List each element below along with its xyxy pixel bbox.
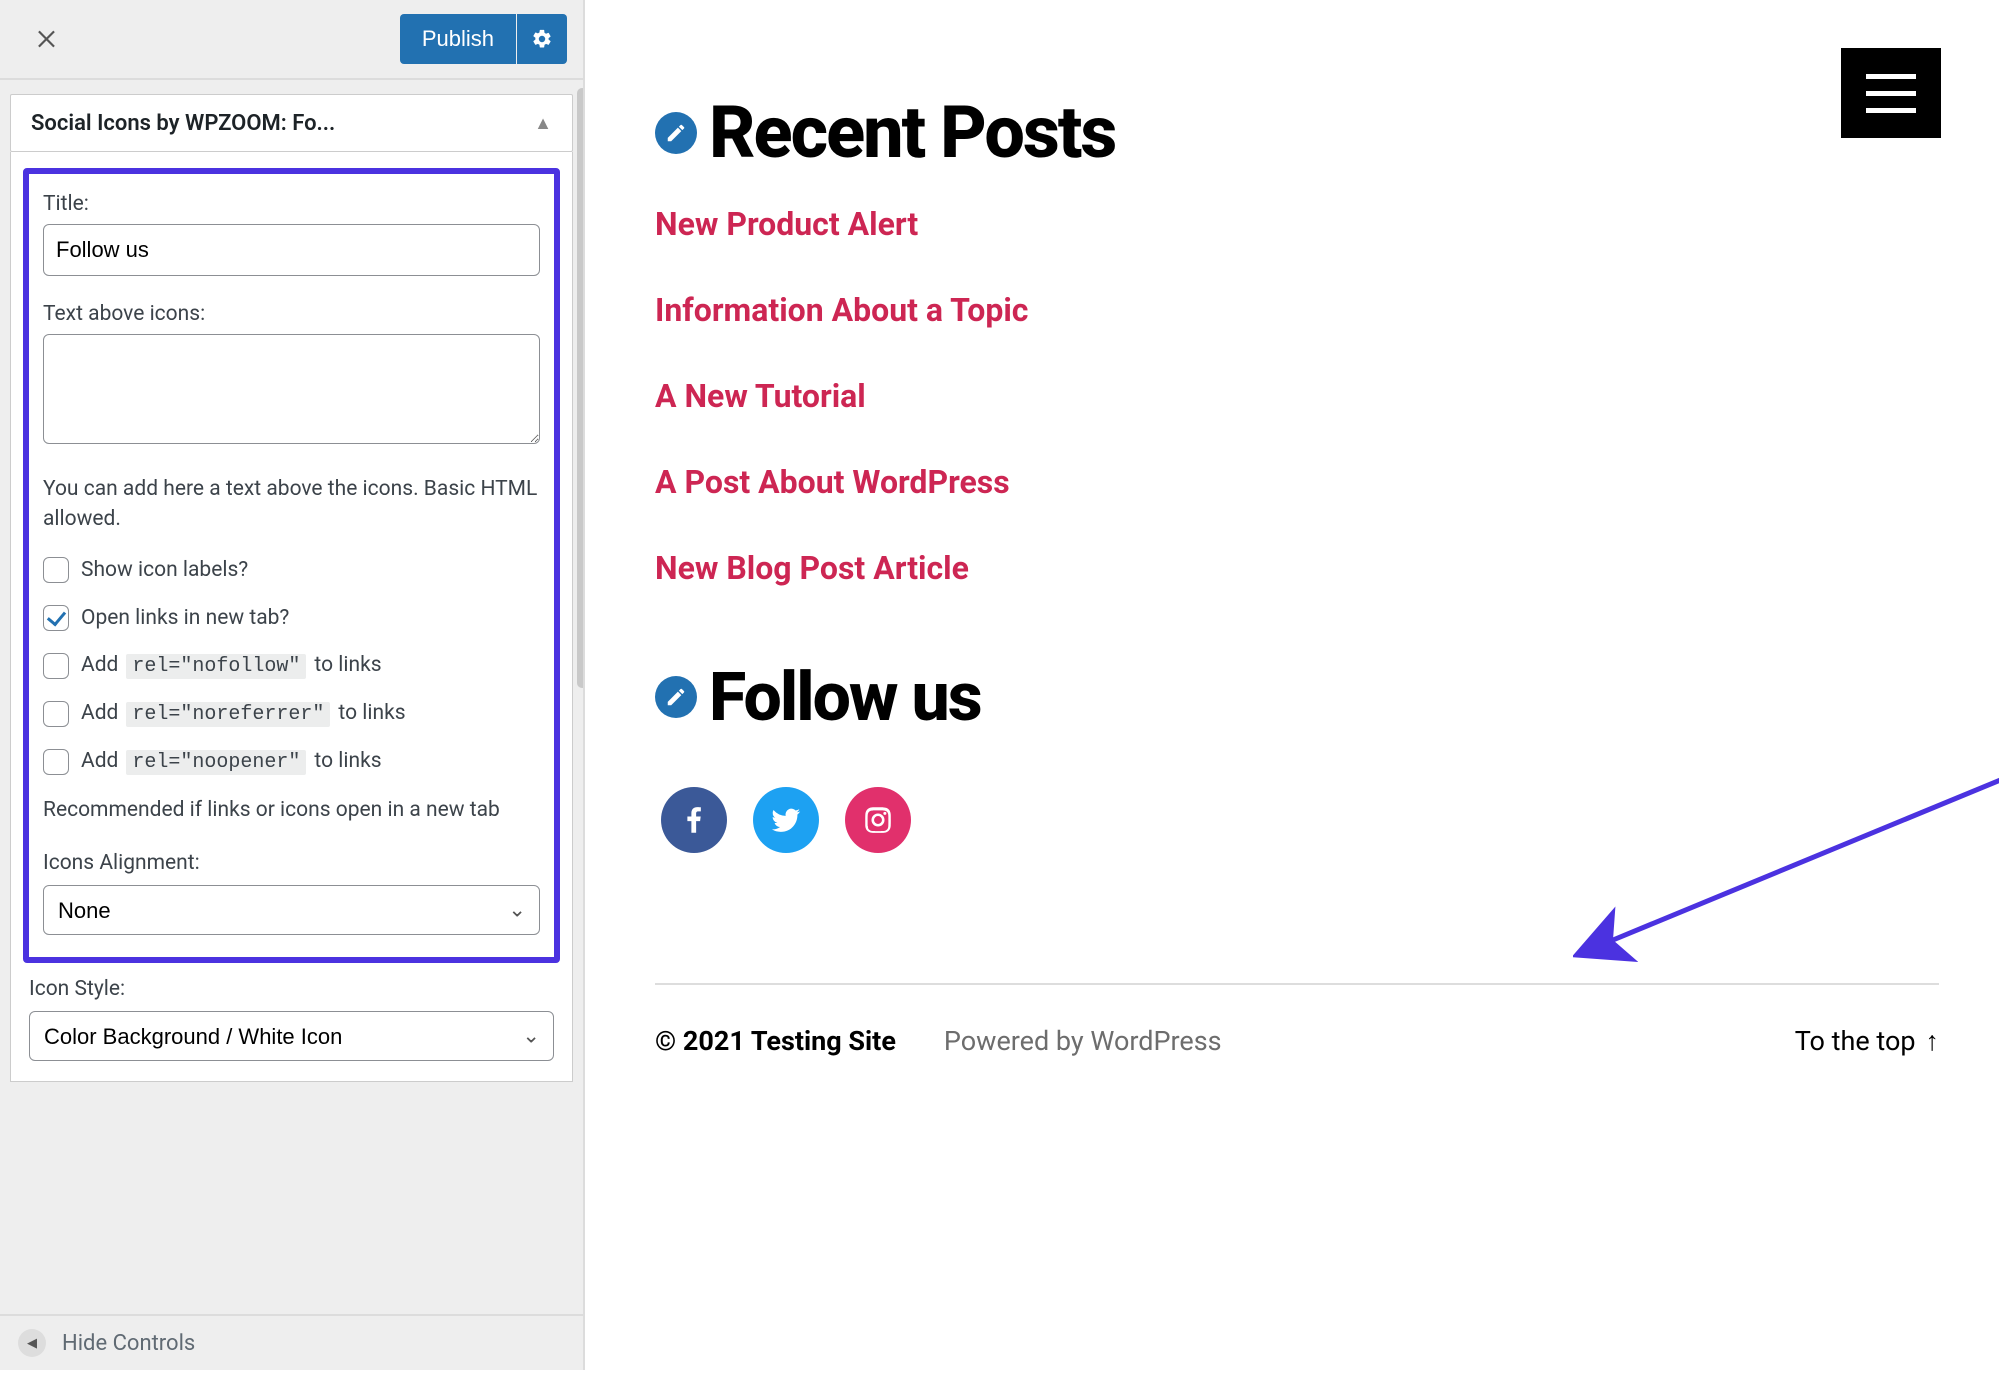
noopener-code: rel="noopener" [126, 750, 306, 775]
title-input[interactable] [43, 224, 540, 276]
twitter-icon [769, 803, 803, 837]
recent-posts-list: New Product Alert Information About a To… [655, 205, 1939, 587]
pencil-icon [665, 686, 687, 708]
recent-posts-heading: Recent Posts [709, 90, 1115, 175]
gear-icon [531, 28, 553, 50]
open-links-new-tab-checkbox[interactable] [43, 605, 69, 631]
follow-us-heading: Follow us [709, 657, 981, 737]
edit-recent-posts-shortcut[interactable] [655, 112, 697, 154]
show-icon-labels-label: Show icon labels? [81, 558, 248, 582]
twitter-icon-link[interactable] [753, 787, 819, 853]
add-nofollow-checkbox[interactable] [43, 653, 69, 679]
footer-copyright: © 2021 Testing Site [655, 1025, 896, 1057]
facebook-icon-link[interactable] [661, 787, 727, 853]
show-icon-labels-checkbox[interactable] [43, 557, 69, 583]
list-item: Information About a Topic [655, 291, 1939, 329]
noreferrer-code: rel="noreferrer" [126, 702, 330, 727]
icons-alignment-select[interactable]: None [43, 885, 540, 935]
add-noreferrer-checkbox[interactable] [43, 701, 69, 727]
close-customizer-button[interactable] [16, 7, 80, 71]
nofollow-code: rel="nofollow" [126, 654, 306, 679]
facebook-icon [677, 803, 711, 837]
widget-accordion-header[interactable]: Social Icons by WPZOOM: Fo... ▲ [10, 94, 573, 152]
pencil-icon [665, 122, 687, 144]
list-item: New Blog Post Article [655, 549, 1939, 587]
list-item: A New Tutorial [655, 377, 1939, 415]
list-item: A Post About WordPress [655, 463, 1939, 501]
post-link[interactable]: A Post About WordPress [655, 463, 1010, 501]
instagram-icon [861, 803, 895, 837]
recommended-text: Recommended if links or icons open in a … [43, 795, 540, 825]
post-link[interactable]: Information About a Topic [655, 291, 1028, 329]
edit-follow-us-shortcut[interactable] [655, 676, 697, 718]
collapse-icon: ◀ [18, 1329, 46, 1357]
post-link[interactable]: A New Tutorial [655, 377, 866, 415]
widget-title: Social Icons by WPZOOM: Fo... [31, 111, 335, 136]
chevron-up-icon: ▲ [534, 113, 552, 134]
close-icon [35, 26, 61, 52]
widget-settings-panel: Title: Text above icons: You can add her… [10, 152, 573, 1082]
text-above-icons-label: Text above icons: [43, 302, 540, 326]
publish-settings-button[interactable] [517, 14, 567, 64]
add-noopener-label: Add rel="noopener" to links [81, 749, 382, 775]
hide-controls-button[interactable]: ◀ Hide Controls [0, 1314, 583, 1370]
add-noreferrer-label: Add rel="noreferrer" to links [81, 701, 406, 727]
post-link[interactable]: New Product Alert [655, 205, 918, 243]
publish-button[interactable]: Publish [400, 14, 516, 64]
sidebar-scrollbar[interactable] [577, 88, 583, 688]
helper-text: You can add here a text above the icons.… [43, 474, 540, 535]
to-the-top-link[interactable]: To the top ↑ [1795, 1025, 1939, 1057]
open-links-new-tab-label: Open links in new tab? [81, 606, 289, 630]
list-item: New Product Alert [655, 205, 1939, 243]
footer-powered-by: Powered by WordPress [944, 1025, 1222, 1057]
icons-alignment-label: Icons Alignment: [43, 851, 540, 875]
title-label: Title: [43, 192, 540, 216]
footer-divider [655, 983, 1939, 985]
add-noopener-checkbox[interactable] [43, 749, 69, 775]
hide-controls-label: Hide Controls [62, 1331, 195, 1356]
icon-style-select[interactable]: Color Background / White Icon [29, 1011, 554, 1061]
text-above-icons-textarea[interactable] [43, 334, 540, 444]
highlighted-settings-region: Title: Text above icons: You can add her… [23, 168, 560, 963]
icon-style-label: Icon Style: [29, 977, 554, 1001]
instagram-icon-link[interactable] [845, 787, 911, 853]
arrow-up-icon: ↑ [1926, 1025, 1940, 1057]
add-nofollow-label: Add rel="nofollow" to links [81, 653, 382, 679]
post-link[interactable]: New Blog Post Article [655, 549, 969, 587]
